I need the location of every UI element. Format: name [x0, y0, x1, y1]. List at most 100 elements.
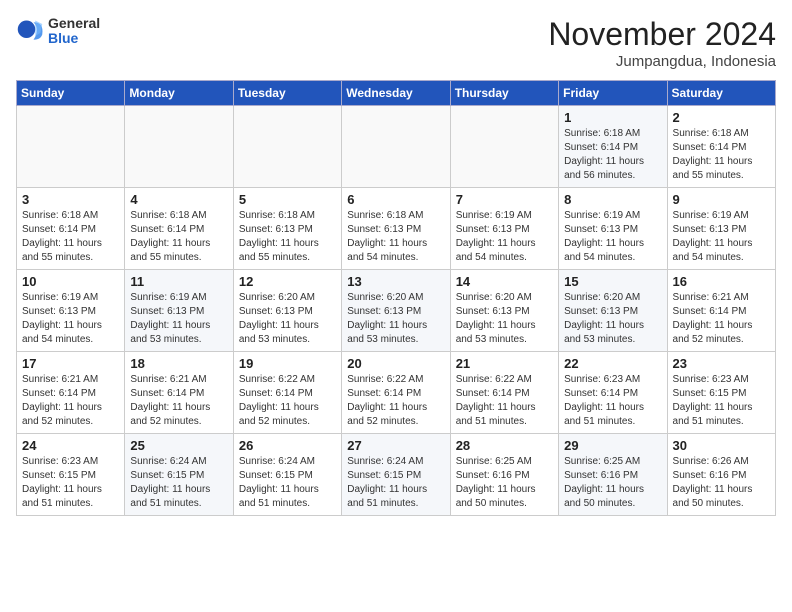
day-info: Sunrise: 6:23 AM Sunset: 6:15 PM Dayligh… [22, 455, 119, 511]
calendar-cell: 21 Sunrise: 6:22 AM Sunset: 6:14 PM Dayli… [450, 352, 558, 434]
day-number: 25 [130, 438, 227, 453]
day-info: Sunrise: 6:21 AM Sunset: 6:14 PM Dayligh… [22, 373, 119, 429]
day-number: 29 [564, 438, 661, 453]
day-info: Sunrise: 6:20 AM Sunset: 6:13 PM Dayligh… [239, 291, 336, 347]
logo-general: General [48, 16, 100, 31]
day-info: Sunrise: 6:22 AM Sunset: 6:14 PM Dayligh… [456, 373, 553, 429]
location-subtitle: Jumpangdua, Indonesia [548, 53, 776, 70]
calendar-cell [342, 106, 450, 188]
calendar-cell: 30 Sunrise: 6:26 AM Sunset: 6:16 PM Dayli… [667, 434, 775, 516]
day-info: Sunrise: 6:23 AM Sunset: 6:15 PM Dayligh… [673, 373, 770, 429]
weekday-header-saturday: Saturday [667, 81, 775, 106]
day-info: Sunrise: 6:24 AM Sunset: 6:15 PM Dayligh… [347, 455, 444, 511]
calendar-cell: 10 Sunrise: 6:19 AM Sunset: 6:13 PM Dayli… [17, 270, 125, 352]
calendar-week-3: 10 Sunrise: 6:19 AM Sunset: 6:13 PM Dayli… [17, 270, 776, 352]
day-info: Sunrise: 6:18 AM Sunset: 6:13 PM Dayligh… [347, 209, 444, 265]
day-info: Sunrise: 6:18 AM Sunset: 6:14 PM Dayligh… [673, 127, 770, 183]
day-info: Sunrise: 6:22 AM Sunset: 6:14 PM Dayligh… [347, 373, 444, 429]
day-info: Sunrise: 6:24 AM Sunset: 6:15 PM Dayligh… [239, 455, 336, 511]
day-info: Sunrise: 6:23 AM Sunset: 6:14 PM Dayligh… [564, 373, 661, 429]
weekday-header-tuesday: Tuesday [233, 81, 341, 106]
day-number: 26 [239, 438, 336, 453]
calendar-week-4: 17 Sunrise: 6:21 AM Sunset: 6:14 PM Dayli… [17, 352, 776, 434]
day-info: Sunrise: 6:18 AM Sunset: 6:14 PM Dayligh… [130, 209, 227, 265]
day-number: 1 [564, 110, 661, 125]
calendar-week-2: 3Sunrise: 6:18 AM Sunset: 6:14 PM Daylig… [17, 188, 776, 270]
day-number: 27 [347, 438, 444, 453]
calendar-cell: 20Sunrise: 6:22 AM Sunset: 6:14 PM Dayli… [342, 352, 450, 434]
day-info: Sunrise: 6:20 AM Sunset: 6:13 PM Dayligh… [564, 291, 661, 347]
day-info: Sunrise: 6:21 AM Sunset: 6:14 PM Dayligh… [673, 291, 770, 347]
calendar-cell: 14 Sunrise: 6:20 AM Sunset: 6:13 PM Dayli… [450, 270, 558, 352]
day-info: Sunrise: 6:25 AM Sunset: 6:16 PM Dayligh… [456, 455, 553, 511]
day-number: 23 [673, 356, 770, 371]
day-info: Sunrise: 6:26 AM Sunset: 6:16 PM Dayligh… [673, 455, 770, 511]
weekday-header-sunday: Sunday [17, 81, 125, 106]
day-info: Sunrise: 6:19 AM Sunset: 6:13 PM Dayligh… [564, 209, 661, 265]
day-number: 8 [564, 192, 661, 207]
day-number: 6 [347, 192, 444, 207]
calendar-cell: 19 Sunrise: 6:22 AM Sunset: 6:14 PM Dayli… [233, 352, 341, 434]
calendar-cell: 5Sunrise: 6:18 AM Sunset: 6:13 PM Daylig… [233, 188, 341, 270]
calendar-cell: 9Sunrise: 6:19 AM Sunset: 6:13 PM Daylig… [667, 188, 775, 270]
day-number: 30 [673, 438, 770, 453]
calendar-cell [450, 106, 558, 188]
logo-icon [16, 17, 44, 45]
calendar-cell: 13 Sunrise: 6:20 AM Sunset: 6:13 PM Dayli… [342, 270, 450, 352]
day-info: Sunrise: 6:24 AM Sunset: 6:15 PM Dayligh… [130, 455, 227, 511]
day-number: 22 [564, 356, 661, 371]
logo: General Blue [16, 16, 100, 47]
month-title: November 2024 [548, 16, 776, 53]
day-info: Sunrise: 6:25 AM Sunset: 6:16 PM Dayligh… [564, 455, 661, 511]
logo-text: General Blue [48, 16, 100, 47]
day-number: 17 [22, 356, 119, 371]
calendar-header: SundayMondayTuesdayWednesdayThursdayFrid… [17, 81, 776, 106]
day-number: 2 [673, 110, 770, 125]
day-info: Sunrise: 6:19 AM Sunset: 6:13 PM Dayligh… [22, 291, 119, 347]
weekday-header-friday: Friday [559, 81, 667, 106]
day-info: Sunrise: 6:19 AM Sunset: 6:13 PM Dayligh… [456, 209, 553, 265]
day-info: Sunrise: 6:18 AM Sunset: 6:14 PM Dayligh… [22, 209, 119, 265]
day-number: 13 [347, 274, 444, 289]
calendar-cell: 8 Sunrise: 6:19 AM Sunset: 6:13 PM Daylig… [559, 188, 667, 270]
day-number: 9 [673, 192, 770, 207]
day-number: 19 [239, 356, 336, 371]
day-number: 28 [456, 438, 553, 453]
day-number: 4 [130, 192, 227, 207]
calendar-cell: 26 Sunrise: 6:24 AM Sunset: 6:15 PM Dayli… [233, 434, 341, 516]
day-number: 7 [456, 192, 553, 207]
day-number: 24 [22, 438, 119, 453]
calendar-cell: 22 Sunrise: 6:23 AM Sunset: 6:14 PM Dayli… [559, 352, 667, 434]
page-header: General Blue November 2024 Jumpangdua, I… [16, 16, 776, 70]
day-info: Sunrise: 6:20 AM Sunset: 6:13 PM Dayligh… [456, 291, 553, 347]
calendar-cell: 16 Sunrise: 6:21 AM Sunset: 6:14 PM Dayli… [667, 270, 775, 352]
day-number: 21 [456, 356, 553, 371]
calendar-cell: 15 Sunrise: 6:20 AM Sunset: 6:13 PM Dayli… [559, 270, 667, 352]
calendar-cell: 4 Sunrise: 6:18 AM Sunset: 6:14 PM Daylig… [125, 188, 233, 270]
day-info: Sunrise: 6:19 AM Sunset: 6:13 PM Dayligh… [130, 291, 227, 347]
calendar-week-1: 1 Sunrise: 6:18 AM Sunset: 6:14 PM Daylig… [17, 106, 776, 188]
calendar-cell: 3Sunrise: 6:18 AM Sunset: 6:14 PM Daylig… [17, 188, 125, 270]
day-number: 14 [456, 274, 553, 289]
day-number: 15 [564, 274, 661, 289]
day-number: 18 [130, 356, 227, 371]
calendar-cell [17, 106, 125, 188]
day-number: 11 [130, 274, 227, 289]
calendar-cell: 25 Sunrise: 6:24 AM Sunset: 6:15 PM Dayli… [125, 434, 233, 516]
calendar-body: 1 Sunrise: 6:18 AM Sunset: 6:14 PM Daylig… [17, 106, 776, 516]
calendar-cell: 1Sunrise: 6:18 AM Sunset: 6:14 PM Daylig… [559, 106, 667, 188]
calendar-cell: 17 Sunrise: 6:21 AM Sunset: 6:14 PM Dayli… [17, 352, 125, 434]
weekday-header-monday: Monday [125, 81, 233, 106]
weekday-header-thursday: Thursday [450, 81, 558, 106]
day-info: Sunrise: 6:20 AM Sunset: 6:13 PM Dayligh… [347, 291, 444, 347]
calendar-cell: 29 Sunrise: 6:25 AM Sunset: 6:16 PM Dayli… [559, 434, 667, 516]
title-block: November 2024 Jumpangdua, Indonesia [548, 16, 776, 70]
day-number: 16 [673, 274, 770, 289]
day-info: Sunrise: 6:22 AM Sunset: 6:14 PM Dayligh… [239, 373, 336, 429]
calendar-cell: 23 Sunrise: 6:23 AM Sunset: 6:15 PM Dayli… [667, 352, 775, 434]
day-number: 10 [22, 274, 119, 289]
day-number: 5 [239, 192, 336, 207]
calendar-table: SundayMondayTuesdayWednesdayThursdayFrid… [16, 80, 776, 516]
calendar-cell: 24 Sunrise: 6:23 AM Sunset: 6:15 PM Dayli… [17, 434, 125, 516]
calendar-cell: 2 Sunrise: 6:18 AM Sunset: 6:14 PM Daylig… [667, 106, 775, 188]
